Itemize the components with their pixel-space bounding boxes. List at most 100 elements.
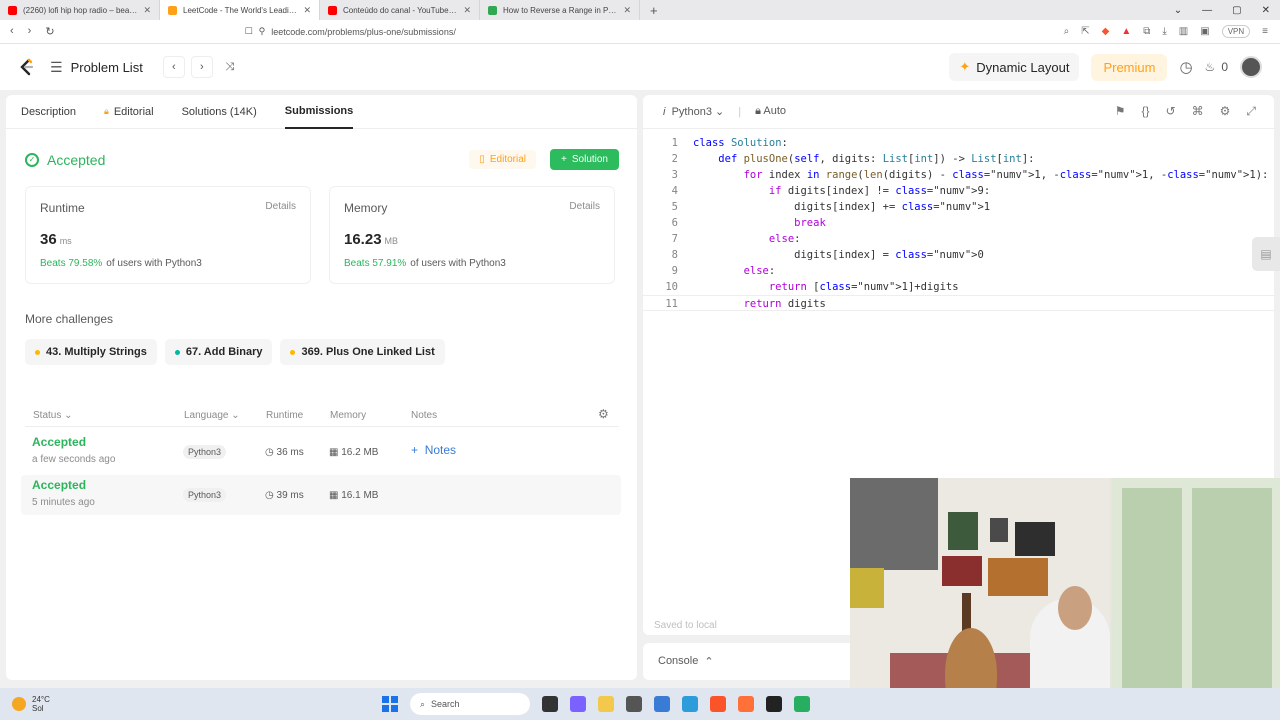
browser-tab[interactable]: Conteúdo do canal - YouTube Studio ✕ xyxy=(320,0,480,20)
code-line[interactable]: 4 if digits[index] != class="numv">9: xyxy=(643,183,1274,199)
format-code-icon[interactable]: {} xyxy=(1142,104,1150,119)
problem-list-button[interactable]: ☰ Problem List xyxy=(50,59,143,76)
tab-editorial[interactable]: 🔒︎ Editorial xyxy=(104,95,154,129)
code-line[interactable]: 7 else: xyxy=(643,231,1274,247)
code-line[interactable]: 11 return digits xyxy=(643,295,1274,311)
dynamic-layout-button[interactable]: ✦ Dynamic Layout xyxy=(949,53,1080,81)
code-line[interactable]: 8 digits[index] = class="numv">0 xyxy=(643,247,1274,263)
solution-button[interactable]: + Solution xyxy=(550,149,619,170)
sidebar-icon[interactable]: ▥ xyxy=(1179,26,1188,37)
url-field[interactable]: ☐ ⚲ leetcode.com/problems/plus-one/submi… xyxy=(245,26,456,37)
chat-icon[interactable] xyxy=(570,696,586,712)
code-line[interactable]: 3 for index in range(len(digits) - class… xyxy=(643,167,1274,183)
next-problem-button[interactable]: › xyxy=(190,56,213,78)
language-column-header[interactable]: Language ⌄ xyxy=(184,410,240,421)
firefox-icon[interactable] xyxy=(738,696,754,712)
browser-tab-active[interactable]: LeetCode - The World's Leading ✕ xyxy=(160,0,320,20)
settings-icon[interactable]: ⚙ xyxy=(1220,104,1231,119)
reload-icon[interactable]: ↻ xyxy=(45,25,54,38)
tab-solutions[interactable]: Solutions (14K) xyxy=(182,95,257,129)
vpn-button[interactable]: VPN xyxy=(1221,25,1251,38)
shortcuts-icon[interactable]: ⌘ xyxy=(1192,104,1204,119)
mail-icon[interactable] xyxy=(654,696,670,712)
terminal-icon[interactable] xyxy=(766,696,782,712)
challenge-chip[interactable]: 67. Add Binary xyxy=(164,339,273,365)
notes-side-icon[interactable]: ▤ xyxy=(1252,237,1280,271)
challenge-chip[interactable]: 369. Plus One Linked List xyxy=(280,339,445,365)
zoom-icon[interactable]: ⌕ xyxy=(1064,26,1070,37)
autocomplete-mode[interactable]: 🔒︎ Auto xyxy=(755,105,786,118)
timer-icon[interactable]: ◷ xyxy=(1179,58,1192,76)
problem-tabs: Description 🔒︎ Editorial Solutions (14K)… xyxy=(6,95,637,129)
forward-icon[interactable]: › xyxy=(28,25,32,38)
code-text: if digits[index] != class="numv">9: xyxy=(768,185,991,197)
code-line[interactable]: 6 break xyxy=(643,215,1274,231)
language-select[interactable]: i Python3 ⌄ xyxy=(663,105,724,118)
rewards-icon[interactable]: ▲ xyxy=(1121,26,1131,37)
tab-description[interactable]: Description xyxy=(21,95,76,129)
download-icon[interactable]: ⤓ xyxy=(1162,26,1166,37)
settings-icon[interactable]: ⚙ xyxy=(598,407,609,421)
minimize-icon[interactable]: — xyxy=(1202,5,1212,16)
table-row[interactable]: Accepted 5 minutes ago Python3 ◷ 39 ms ▦… xyxy=(21,475,621,515)
close-icon[interactable]: ✕ xyxy=(303,5,311,16)
close-icon[interactable]: ✕ xyxy=(1262,5,1270,16)
chevron-down-icon[interactable]: ⌄ xyxy=(1174,5,1182,16)
table-row[interactable]: Accepted a few seconds ago Python3 ◷ 36 … xyxy=(21,432,621,472)
status-column-header[interactable]: Status ⌄ xyxy=(33,410,73,421)
sparkle-icon: ✦ xyxy=(959,59,971,74)
browser-tab[interactable]: How to Reverse a Range in Python? - ✕ xyxy=(480,0,640,20)
leetcode-logo-icon[interactable] xyxy=(18,58,36,76)
memory-card[interactable]: Memory Details 16.23 MB Beats 57.91% of use… xyxy=(329,186,615,284)
store-icon[interactable] xyxy=(626,696,642,712)
app-icon[interactable] xyxy=(794,696,810,712)
line-number: 1 xyxy=(671,137,678,149)
skype-icon[interactable] xyxy=(682,696,698,712)
site-info-icon[interactable]: ⚲ xyxy=(259,26,266,37)
memory-details-link[interactable]: Details xyxy=(569,201,600,215)
close-icon[interactable]: ✕ xyxy=(623,5,631,16)
difficulty-dot xyxy=(35,349,40,355)
brave-shield-icon[interactable]: ◆ xyxy=(1102,26,1110,37)
add-notes-button[interactable]: + Notes xyxy=(411,443,456,457)
editorial-button[interactable]: ▯ Editorial xyxy=(469,150,537,169)
bookmark-icon[interactable]: ☐ xyxy=(245,26,253,37)
brave-icon[interactable] xyxy=(710,696,726,712)
fullscreen-icon[interactable]: ⤢ xyxy=(1246,104,1256,119)
new-tab-icon[interactable]: + xyxy=(640,3,668,18)
code-line[interactable]: 2 def plusOne(self, digits: List[int]) -… xyxy=(643,151,1274,167)
taskbar-search[interactable]: ⌕ Search xyxy=(410,693,530,715)
streak-counter[interactable]: ♨ 0 xyxy=(1205,60,1228,74)
prev-problem-button[interactable]: ‹ xyxy=(162,56,185,78)
share-icon[interactable]: ⇱ xyxy=(1081,26,1089,37)
menu-icon[interactable]: ≡ xyxy=(1262,26,1268,37)
close-icon[interactable]: ✕ xyxy=(463,5,471,16)
windows-start-icon[interactable] xyxy=(382,696,398,712)
task-view-icon[interactable] xyxy=(542,696,558,712)
code-line[interactable]: 9 else: xyxy=(643,263,1274,279)
code-line[interactable]: 10 return [class="numv">1]+digits xyxy=(643,279,1274,295)
runtime-card[interactable]: Runtime Details 36 ms Beats 79.58% of users… xyxy=(25,186,311,284)
runtime-details-link[interactable]: Details xyxy=(265,201,296,215)
avatar[interactable] xyxy=(1240,56,1262,78)
browser-tab[interactable]: (2260) lofi hip hop radio – beats t ✕ xyxy=(0,0,160,20)
tab-submissions[interactable]: Submissions xyxy=(284,95,354,129)
wallet-icon[interactable]: ▣ xyxy=(1200,26,1209,37)
file-explorer-icon[interactable] xyxy=(598,696,614,712)
reset-icon[interactable]: ↺ xyxy=(1166,104,1176,119)
line-number: 2 xyxy=(671,153,678,165)
code-line[interactable]: 1 class Solution: xyxy=(643,135,1274,151)
back-icon[interactable]: ‹ xyxy=(10,25,14,38)
premium-button[interactable]: Premium xyxy=(1091,53,1168,81)
shuffle-icon[interactable]: ⤨ xyxy=(219,56,241,78)
code-area[interactable]: 1 class Solution: 2 def plusOne(self, digi… xyxy=(643,135,1274,311)
close-icon[interactable]: ✕ xyxy=(143,5,151,16)
code-line[interactable]: 5 digits[index] += class="numv">1 xyxy=(643,199,1274,215)
challenge-chip[interactable]: 43. Multiply Strings xyxy=(25,339,157,365)
extensions-icon[interactable]: ⧉ xyxy=(1143,26,1150,37)
maximize-icon[interactable]: ▢ xyxy=(1232,5,1241,16)
weather-widget[interactable]: 24°C Sol xyxy=(0,695,50,713)
bookmark-icon[interactable]: ⚑ xyxy=(1115,104,1126,119)
submission-status[interactable]: Accepted xyxy=(32,435,86,449)
submission-status[interactable]: Accepted xyxy=(32,478,86,492)
